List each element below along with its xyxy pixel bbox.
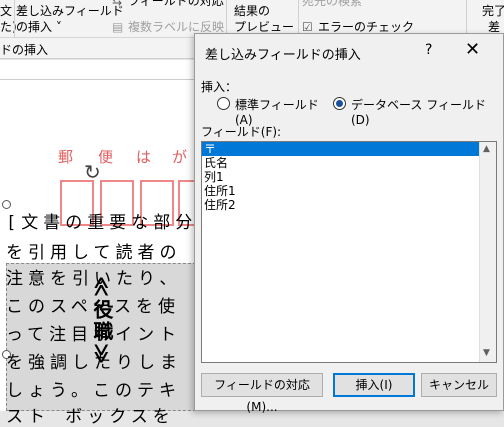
fields-label: フィールド(F): xyxy=(201,125,282,139)
help-button[interactable]: ? xyxy=(425,42,432,58)
cancel-button[interactable]: キャンセル xyxy=(421,373,497,397)
insert-button[interactable]: 挿入(I) xyxy=(333,373,415,397)
multi-label-label: 複数ラベルに反映 xyxy=(128,20,225,34)
radio-standard-fields[interactable]: 標準フィールド(A) xyxy=(217,96,327,127)
radio-database[interactable] xyxy=(333,97,346,110)
group-label: ドの挿入 xyxy=(0,43,49,57)
fields-listbox[interactable]: 〒 氏名 列1 住所1 住所2 ▲ ▼ xyxy=(201,141,497,363)
fields-scrollbar[interactable]: ▲ ▼ xyxy=(479,142,496,362)
error-check-icon: ☑ xyxy=(302,20,313,34)
postal-char-3: は xyxy=(136,148,152,166)
radio-database-fields[interactable]: データベース フィールド(D) xyxy=(333,96,503,127)
doc-line: しょう。このテキ xyxy=(6,381,181,401)
recipients-search-label[interactable]: 宛先の検索 xyxy=(302,0,362,8)
radio-standard[interactable] xyxy=(217,97,230,110)
rotate-handle-icon[interactable]: ↻ xyxy=(84,160,101,184)
insert-label: 挿入： xyxy=(201,80,238,94)
preview-label-1: 結果の xyxy=(234,4,271,18)
match-fields-label: フィールドの対応 xyxy=(128,0,224,8)
list-item[interactable]: 住所1 xyxy=(202,184,496,198)
finish-label-1[interactable]: 完了 xyxy=(482,4,504,18)
close-icon[interactable]: ✕ xyxy=(465,39,480,60)
insert-merge-field-button[interactable]: 差し込みフィールド の挿入 ˅ xyxy=(16,0,124,38)
radio-database-label: データベース フィールド(D) xyxy=(351,98,486,127)
finish-label-2: 差 xyxy=(488,20,501,34)
postal-char-4: が xyxy=(172,148,188,166)
list-item[interactable]: 〒 xyxy=(202,142,496,156)
match-fields-icon: ⇆ xyxy=(112,0,123,8)
scroll-down-icon[interactable]: ▼ xyxy=(483,348,490,358)
list-item[interactable]: 列1 xyxy=(202,170,496,184)
job-title-field[interactable]: ≪役職≫ xyxy=(88,276,117,366)
ribbon-col1-top: 文 xyxy=(0,4,13,18)
dialog-title: 差し込みフィールドの挿入 xyxy=(205,48,361,63)
insert-merge-field-dialog: 差し込みフィールドの挿入 ? ✕ 挿入： 標準フィールド(A) データベース フ… xyxy=(194,33,504,414)
postal-char-1: 郵 xyxy=(58,148,74,166)
list-item[interactable]: 住所2 xyxy=(202,198,496,212)
merge-field-label-1: 差し込みフィールド xyxy=(16,4,124,18)
scroll-up-icon[interactable]: ▲ xyxy=(483,144,490,154)
doc-line: を引用して読者の xyxy=(6,243,182,263)
preview-label-2: プレビュー xyxy=(234,20,295,34)
merge-field-label-2: の挿入 ˅ xyxy=(16,20,62,34)
ruler[interactable] xyxy=(0,60,200,80)
doc-line: [文書の重要な部分 xyxy=(6,213,198,233)
match-fields-button[interactable]: ⇆ フィールドの対応 xyxy=(112,0,224,18)
list-item[interactable]: 氏名 xyxy=(202,156,496,170)
error-check-label: エラーのチェック xyxy=(318,20,415,34)
multi-label-icon: ▤ xyxy=(112,20,124,34)
match-fields-dialog-button[interactable]: フィールドの対応(M)... xyxy=(201,373,323,414)
doc-line: スト ボックスを xyxy=(6,407,175,427)
